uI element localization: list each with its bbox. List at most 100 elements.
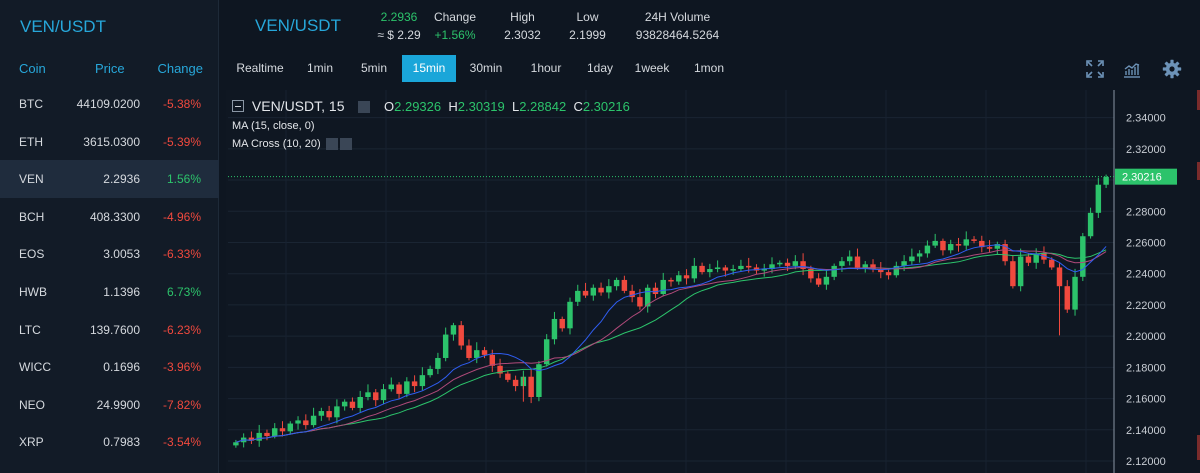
indicators-icon[interactable] (1122, 59, 1142, 79)
legend-collapse-icon[interactable] (232, 100, 244, 112)
high-value: 2.3032 (504, 28, 541, 42)
settings-gear-icon[interactable] (1162, 59, 1182, 79)
candle-body (396, 384, 402, 394)
candle-body (916, 253, 923, 257)
indicator-close-icon[interactable] (339, 138, 352, 151)
coin-price: 24.9900 (96, 397, 140, 412)
candle-body (1095, 184, 1102, 213)
timeframe-1week[interactable]: 1week (624, 55, 680, 82)
high-stat: High 2.3032 (495, 0, 550, 44)
coin-price: 44109.0200 (76, 97, 140, 111)
candle-body (1017, 256, 1024, 287)
candle-body (815, 278, 822, 285)
close-value-legend: 2.30216 (582, 99, 630, 114)
candle-body (714, 267, 721, 270)
candle-body (652, 287, 659, 294)
candle-body (575, 290, 581, 302)
coin-change: -7.82% (162, 397, 201, 412)
market-row-neo[interactable]: NEO 24.9900 -7.82% (0, 386, 219, 424)
coin-change: -4.96% (162, 209, 201, 224)
candle-body (512, 379, 519, 387)
timeframe-5min[interactable]: 5min (350, 55, 398, 82)
change-value: +1.56% (434, 28, 476, 42)
coin-price: 2.2936 (103, 172, 140, 187)
candle-body (559, 318, 565, 329)
candle-body (442, 334, 449, 358)
change-column-header[interactable]: Change (157, 61, 203, 76)
fullscreen-icon[interactable] (1085, 59, 1105, 79)
timeframe-1min[interactable]: 1min (298, 55, 342, 82)
market-row-eos[interactable]: EOS 3.0053 -6.33% (0, 235, 219, 273)
candle-body (738, 265, 744, 270)
candle-body (784, 262, 791, 266)
timeframe-1day[interactable]: 1day (580, 55, 620, 82)
volume-stat: 24H Volume 93828464.5264 (625, 0, 730, 44)
candle-body (668, 279, 674, 282)
market-row-ven[interactable]: VEN 2.2936 1.56% (0, 160, 219, 198)
candle-body (435, 357, 441, 369)
candle-body (388, 384, 395, 390)
price-column-header[interactable]: Price (95, 61, 125, 76)
candle-body (567, 301, 573, 329)
candle-body (606, 286, 612, 293)
market-row-xrp[interactable]: XRP 0.7983 -3.54% (0, 423, 219, 461)
timeframe-1mon[interactable]: 1mon (686, 55, 732, 82)
timeframe-30min[interactable]: 30min (460, 55, 512, 82)
candle-body (745, 265, 752, 268)
market-row-bch[interactable]: BCH 408.3300 -4.96% (0, 198, 219, 236)
high-value-legend: 2.30319 (457, 99, 505, 114)
coin-name: LTC (19, 322, 41, 337)
candle-body (683, 275, 690, 279)
candle-body (590, 287, 597, 296)
y-tick-label: 2.34000 (1126, 113, 1166, 125)
timeframe-realtime[interactable]: Realtime (228, 55, 292, 82)
pair-title: VEN/USDT (255, 16, 341, 35)
candle-body (730, 269, 736, 271)
chart-canvas[interactable]: 2.340002.320002.300002.280002.260002.240… (226, 90, 1190, 473)
chart-legend: VEN/USDT, 15 (232, 98, 371, 114)
candle-body (474, 350, 480, 358)
candle-body (846, 256, 853, 262)
candle-body (1064, 286, 1070, 310)
indicator-ma-cross[interactable]: MA Cross (10, 20) (232, 138, 352, 151)
coin-change: -6.33% (162, 247, 201, 262)
candle-body (582, 290, 589, 296)
coin-name: EOS (19, 247, 45, 262)
chart-right-edge (1190, 90, 1200, 473)
candle-body (1010, 261, 1016, 287)
ohlc-readout: O2.29326 H2.30319 L2.28842 C2.30216 (384, 99, 630, 114)
candle-body (326, 411, 332, 418)
candle-body (536, 364, 542, 398)
close-label-legend: C (573, 99, 583, 114)
low-value: 2.1999 (569, 28, 606, 42)
indicator-ma15-label: MA (15, close, 0) (232, 120, 315, 132)
market-row-btc[interactable]: BTC 44109.0200 -5.38% (0, 85, 219, 123)
y-tick-label: 2.12000 (1126, 456, 1166, 468)
candle-body (831, 265, 837, 277)
coin-price: 139.7600 (89, 322, 140, 337)
coin-price: 3.0053 (103, 247, 140, 262)
timeframe-1hour[interactable]: 1hour (520, 55, 572, 82)
indicator-settings-icon[interactable] (325, 138, 338, 151)
high-label: High (510, 10, 535, 24)
candle-body (963, 239, 969, 246)
legend-settings-icon[interactable] (358, 101, 371, 114)
candle-body (233, 442, 239, 446)
candle-body (411, 381, 418, 387)
timeframe-15min[interactable]: 15min (402, 55, 456, 82)
market-row-ltc[interactable]: LTC 139.7600 -6.23% (0, 311, 219, 349)
market-row-wicc[interactable]: WICC 0.1696 -3.96% (0, 348, 219, 386)
coin-name: XRP (19, 435, 44, 450)
coin-column-header[interactable]: Coin (19, 61, 46, 76)
coin-name: VEN (19, 172, 44, 187)
open-label: O (384, 99, 395, 114)
candle-body (1072, 276, 1078, 310)
indicator-ma15[interactable]: MA (15, close, 0) (232, 120, 315, 132)
candle-body (481, 350, 488, 355)
y-tick-label: 2.16000 (1126, 394, 1166, 406)
candle-body (1087, 212, 1094, 237)
candlestick-chart[interactable]: 2.340002.320002.300002.280002.260002.240… (226, 90, 1190, 473)
candle-body (450, 325, 457, 335)
market-row-eth[interactable]: ETH 3615.0300 -5.39% (0, 123, 219, 161)
market-row-hwb[interactable]: HWB 1.1396 6.73% (0, 273, 219, 311)
